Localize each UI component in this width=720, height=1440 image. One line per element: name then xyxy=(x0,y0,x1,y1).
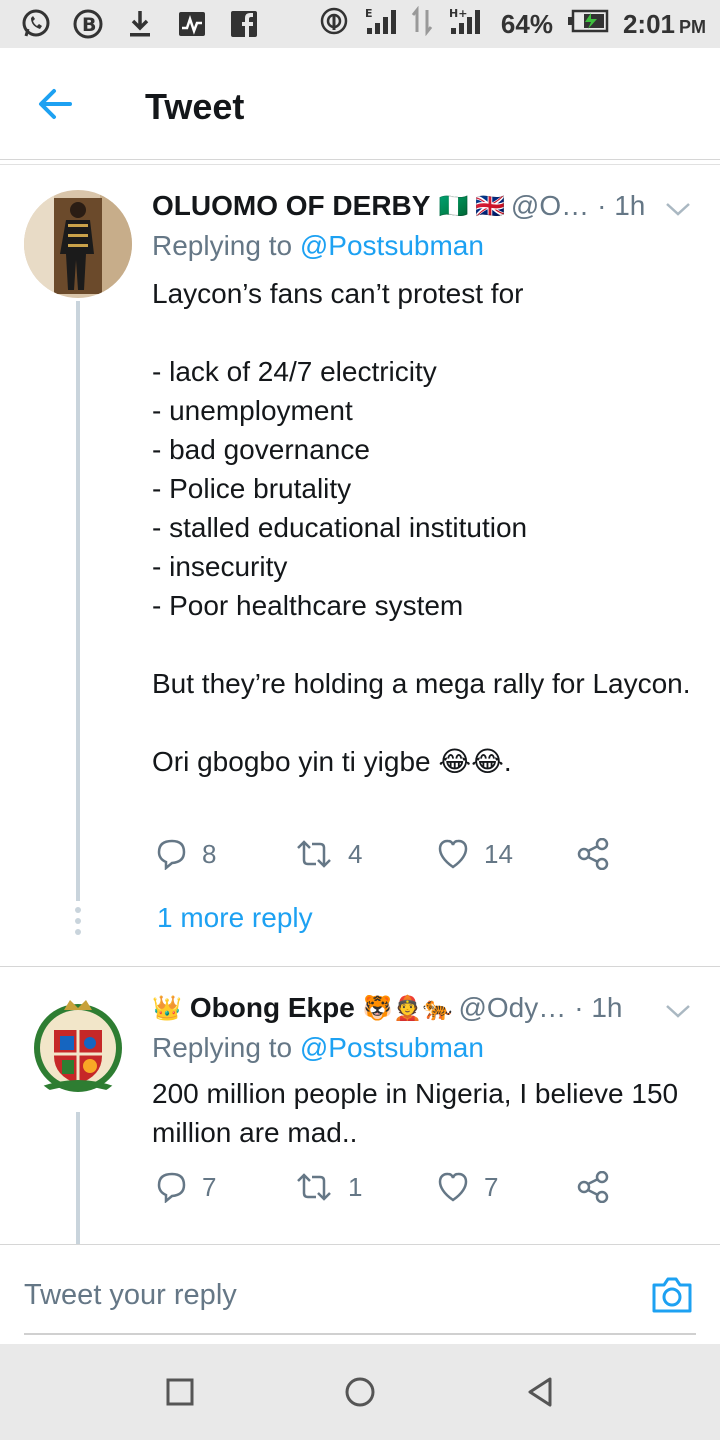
tweet-actions: 8 4 14 xyxy=(152,838,652,878)
data-arrows-icon xyxy=(411,5,433,43)
recents-button[interactable] xyxy=(162,1374,198,1410)
reply-count: 7 xyxy=(202,1171,217,1202)
replying-to: Replying to @Postsubman xyxy=(152,230,484,262)
user-handle[interactable]: @O… xyxy=(511,190,589,222)
user-handle[interactable]: @Ody… xyxy=(458,992,566,1024)
retweet-button[interactable]: 1 xyxy=(294,1171,362,1203)
signal-e-icon: E xyxy=(363,6,397,43)
reply-icon xyxy=(157,839,186,870)
whatsapp-icon xyxy=(20,8,52,40)
home-button[interactable] xyxy=(342,1374,378,1410)
clock-time: 2:01 xyxy=(622,9,675,39)
notification-icons: B xyxy=(20,8,260,40)
like-button[interactable]: 14 xyxy=(436,838,513,870)
activity-icon xyxy=(176,8,208,40)
thread-line xyxy=(76,301,80,901)
facebook-icon xyxy=(228,8,260,40)
signal-h-icon: H+ xyxy=(447,6,487,43)
like-button[interactable]: 7 xyxy=(436,1171,498,1203)
page-title: Tweet xyxy=(145,86,245,127)
replying-to-prefix: Replying to xyxy=(152,230,300,261)
reply-button[interactable]: 7 xyxy=(156,1171,216,1203)
battery-percent: 64% xyxy=(500,9,553,39)
avatar-image xyxy=(24,990,132,1098)
mention-link[interactable]: @Postsubman xyxy=(300,230,484,261)
download-icon xyxy=(124,8,156,40)
tweet-time: · 1h xyxy=(574,992,623,1023)
share-icon xyxy=(577,838,609,870)
display-name[interactable]: OLUOMO OF DERBY xyxy=(152,190,430,222)
tweet-header: OLUOMO OF DERBY 🇳🇬 🇬🇧 @O… · 1h xyxy=(152,186,700,226)
tweet-header: 👑 Obong Ekpe 🐯👲🐅 @Ody… · 1h xyxy=(152,988,700,1028)
circle-icon xyxy=(345,1377,375,1407)
share-icon xyxy=(577,1171,609,1203)
status-bar: B E H+ 64% 2:01 PM xyxy=(0,0,720,48)
like-count: 14 xyxy=(484,838,513,869)
heart-icon xyxy=(438,839,468,869)
crown-emoji: 👑 xyxy=(152,994,182,1022)
arrow-left-icon xyxy=(39,89,72,119)
divider xyxy=(0,966,720,967)
triangle-back-icon xyxy=(528,1377,552,1407)
reply-input[interactable]: Tweet your reply xyxy=(24,1279,237,1312)
replying-to: Replying to @Postsubman xyxy=(152,1032,484,1064)
top-app-bar: Tweet xyxy=(0,48,720,165)
thread-dots-icon xyxy=(75,907,81,935)
heart-icon xyxy=(438,1172,468,1202)
thread-line xyxy=(76,1112,80,1244)
reply-count: 8 xyxy=(202,838,217,869)
b-icon: B xyxy=(72,8,104,40)
camera-icon xyxy=(652,1277,692,1313)
replying-to-prefix: Replying to xyxy=(152,1032,300,1063)
more-replies-link[interactable]: 1 more reply xyxy=(157,902,313,934)
tweet-card[interactable]: 👑 Obong Ekpe 🐯👲🐅 @Ody… · 1h Replying to … xyxy=(0,988,720,1244)
camera-button[interactable] xyxy=(650,1275,694,1315)
mention-link[interactable]: @Postsubman xyxy=(300,1032,484,1063)
retweet-count: 1 xyxy=(348,1171,363,1202)
system-nav-bar xyxy=(0,1344,720,1440)
tweet-actions: 7 1 7 xyxy=(152,1171,652,1211)
svg-text:E: E xyxy=(365,7,373,20)
avatar-image xyxy=(24,190,132,298)
system-indicators: E H+ 64% 2:01 PM xyxy=(319,5,706,43)
display-name[interactable]: Obong Ekpe xyxy=(190,992,355,1024)
retweet-icon xyxy=(297,840,331,868)
avatar[interactable] xyxy=(24,190,132,298)
share-button[interactable] xyxy=(576,1171,610,1203)
like-count: 7 xyxy=(484,1171,499,1202)
back-button[interactable] xyxy=(34,86,78,122)
back-nav-button[interactable] xyxy=(522,1374,558,1410)
hotspot-icon xyxy=(319,6,349,43)
reply-input-underline xyxy=(24,1333,696,1335)
avatar[interactable] xyxy=(24,990,132,1098)
tweet-text: 200 million people in Nigeria, I believe… xyxy=(152,1078,686,1148)
chevron-down-icon[interactable] xyxy=(664,194,692,216)
square-icon xyxy=(166,1378,194,1406)
svg-text:H+: H+ xyxy=(449,7,467,20)
share-button[interactable] xyxy=(576,838,610,870)
tweet-time: · 1h xyxy=(597,190,646,221)
reply-composer: Tweet your reply xyxy=(0,1244,720,1344)
tweet-card[interactable]: OLUOMO OF DERBY 🇳🇬 🇬🇧 @O… · 1h Replying … xyxy=(0,186,720,966)
retweet-button[interactable]: 4 xyxy=(294,838,362,870)
retweet-count: 4 xyxy=(348,838,363,869)
reply-icon xyxy=(157,1172,186,1203)
clock-ampm: PM xyxy=(679,17,706,37)
flag-emojis: 🇳🇬 🇬🇧 xyxy=(438,192,505,220)
svg-text:B: B xyxy=(82,14,96,36)
name-emojis: 🐯👲🐅 xyxy=(362,994,453,1022)
battery-icon xyxy=(567,9,609,40)
tweet-text: Laycon’s fans can’t protest for - lack o… xyxy=(152,278,691,777)
chevron-down-icon[interactable] xyxy=(664,996,692,1018)
reply-button[interactable]: 8 xyxy=(156,838,216,870)
retweet-icon xyxy=(297,1173,331,1201)
